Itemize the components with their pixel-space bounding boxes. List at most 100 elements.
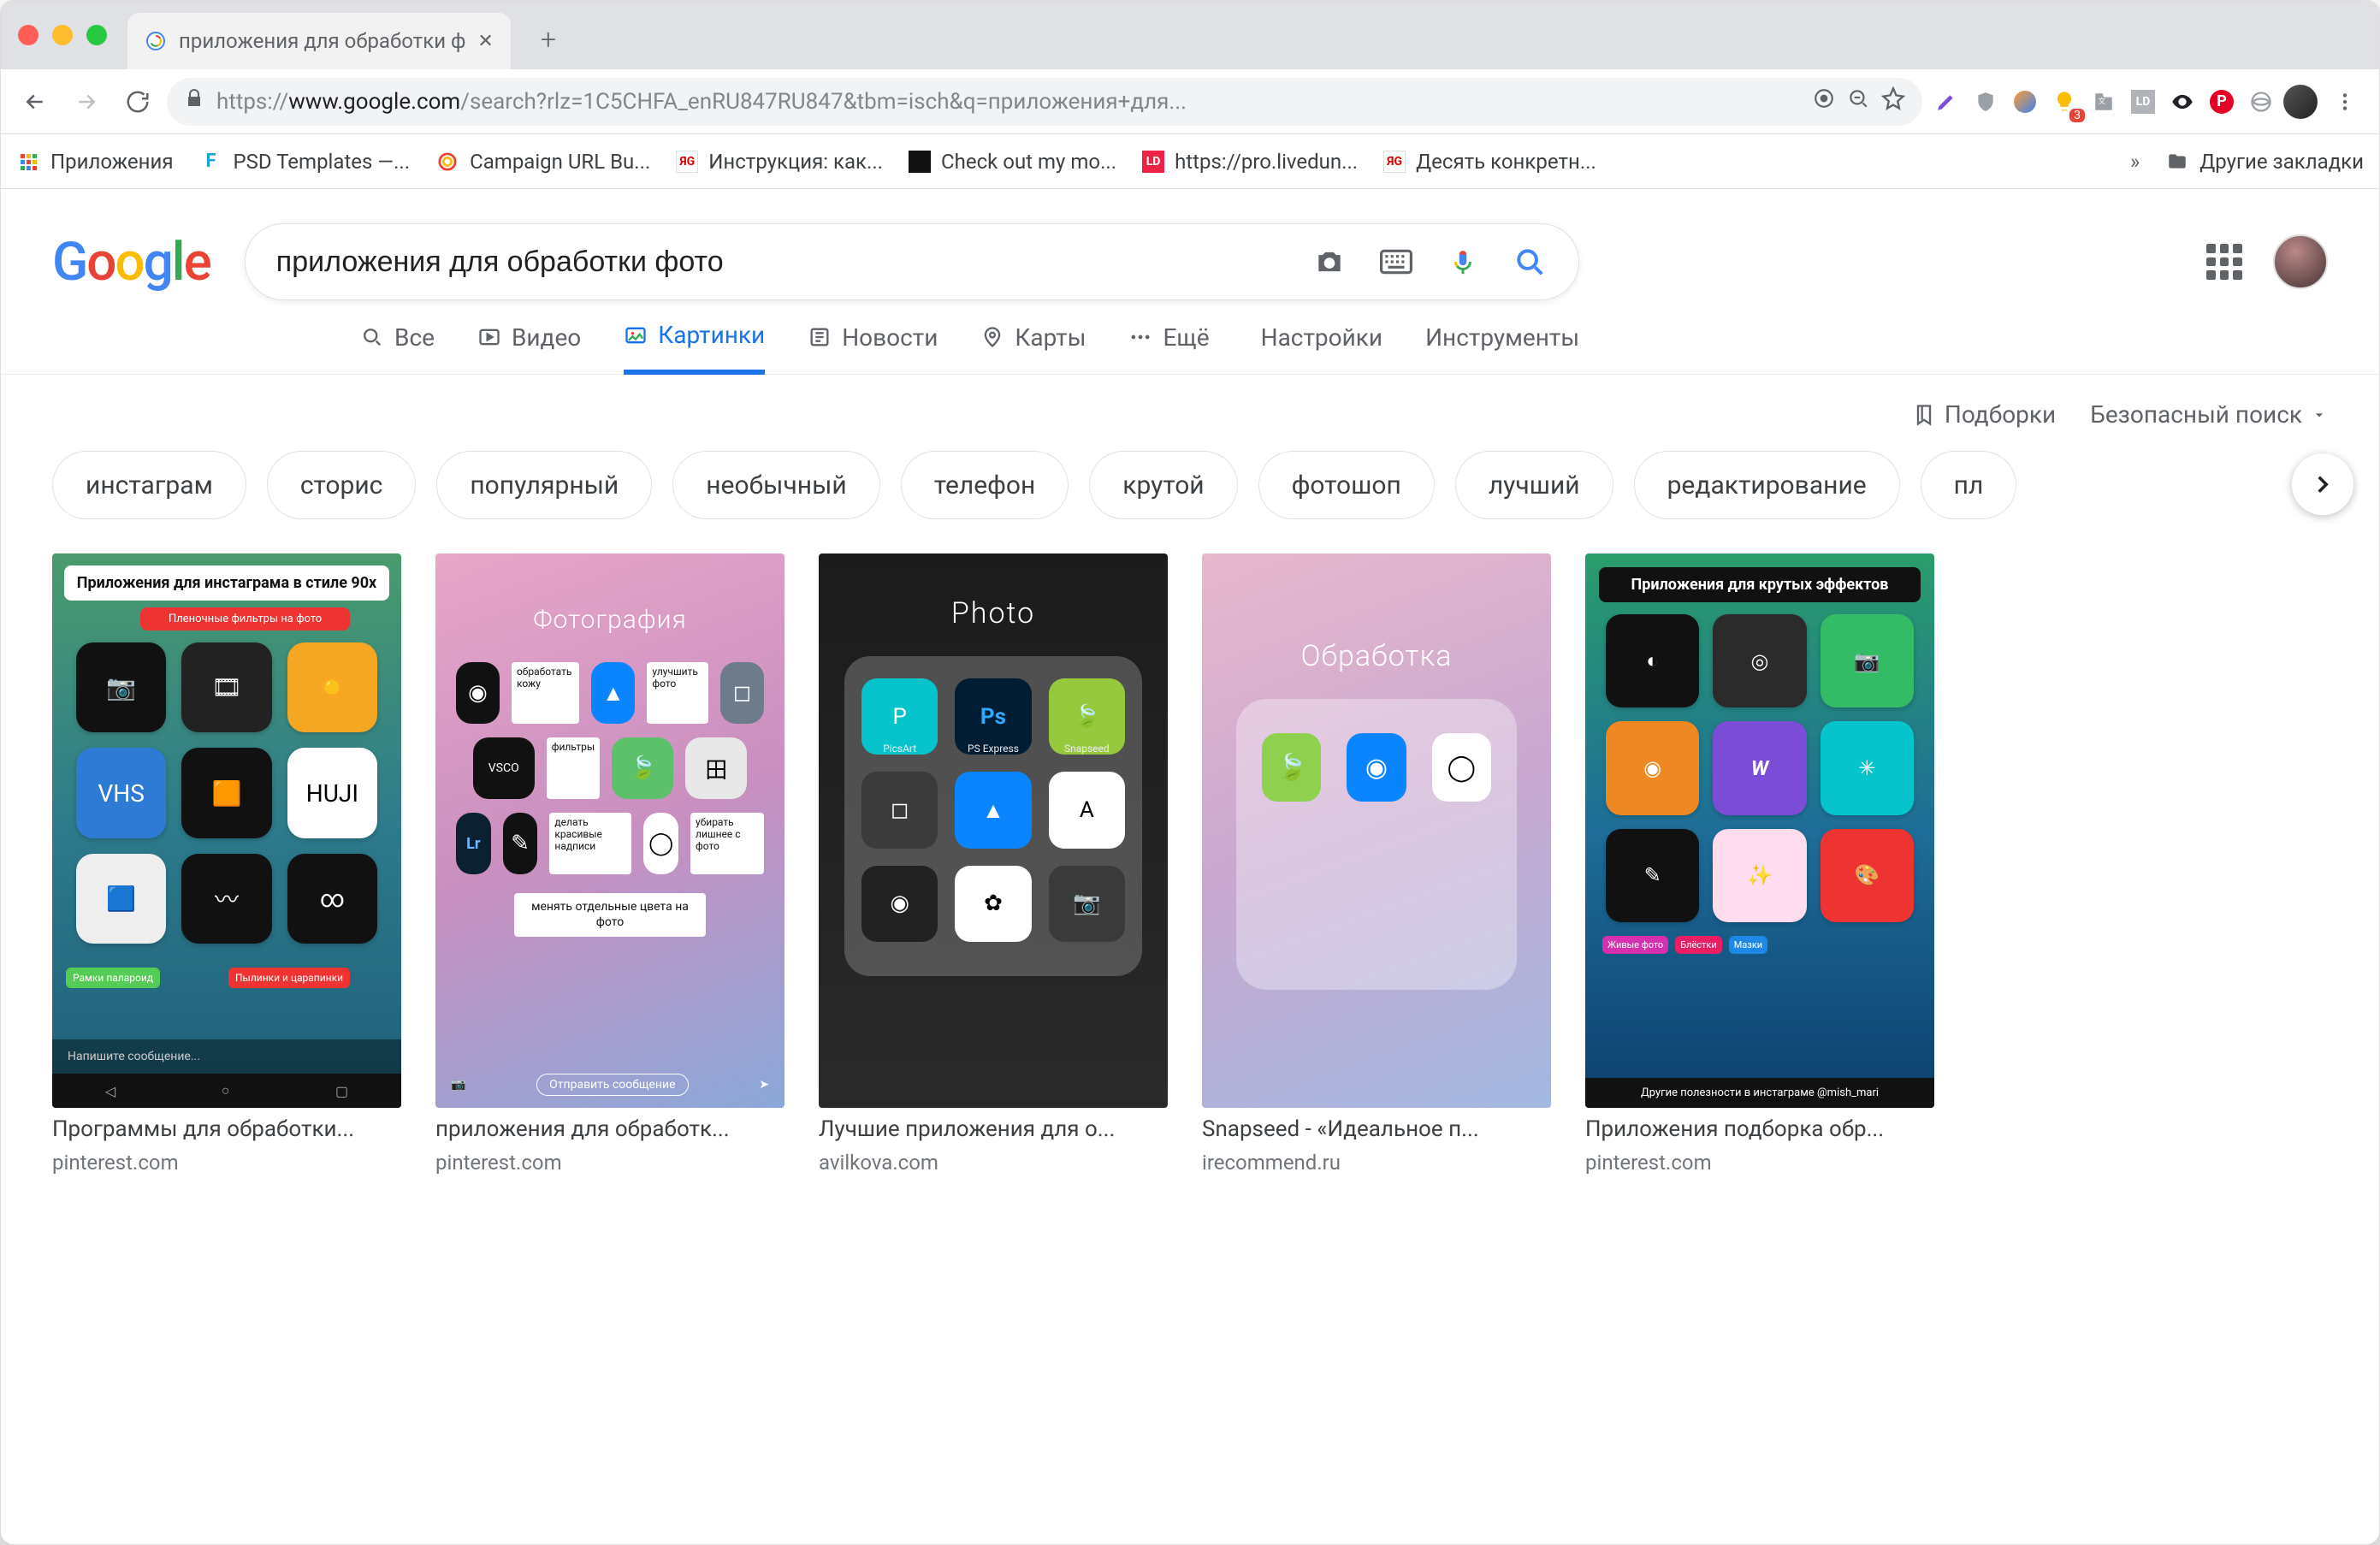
extension-similarweb-icon[interactable] bbox=[2008, 85, 2042, 119]
bookmark-instruction[interactable]: ЯG Инструкция: как... bbox=[676, 150, 883, 174]
tab-news[interactable]: Новости bbox=[808, 323, 938, 372]
back-button[interactable] bbox=[13, 80, 57, 124]
bookmark-livedune[interactable]: LD https://pro.livedun... bbox=[1142, 150, 1358, 174]
bookmark-ten[interactable]: ЯG Десять конкретн... bbox=[1383, 150, 1596, 174]
browser-menu-button[interactable] bbox=[2323, 80, 2367, 124]
result-thumbnail[interactable]: Обработка 🍃 ◉ ◯ bbox=[1202, 553, 1551, 1108]
result-card[interactable]: Обработка 🍃 ◉ ◯ Snapseed - «Идеальное п.… bbox=[1202, 553, 1551, 1175]
tab-label: Картинки bbox=[658, 321, 765, 349]
chip[interactable]: лучший bbox=[1455, 451, 1613, 519]
tab-all[interactable]: Все bbox=[360, 323, 435, 372]
ga-icon bbox=[435, 150, 459, 174]
new-tab-button[interactable]: + bbox=[531, 22, 565, 56]
extension-ld-icon[interactable]: LD bbox=[2126, 85, 2160, 119]
result-source: avilkova.com bbox=[819, 1151, 1168, 1175]
result-card[interactable]: Приложения для крутых эффектов ◐ ◎ 📷 ◉ W… bbox=[1585, 553, 1934, 1175]
extension-shield-icon[interactable] bbox=[1969, 85, 2003, 119]
zoom-icon[interactable] bbox=[1847, 87, 1869, 115]
close-window-button[interactable] bbox=[18, 25, 38, 45]
keyboard-icon[interactable] bbox=[1378, 244, 1414, 280]
dark-icon bbox=[909, 151, 931, 173]
extension-misc-icon[interactable] bbox=[2244, 85, 2278, 119]
account-avatar[interactable] bbox=[2273, 234, 2328, 289]
chip[interactable]: редактирование bbox=[1634, 451, 1900, 519]
tab-videos[interactable]: Видео bbox=[477, 323, 581, 372]
bookmark-checkout[interactable]: Check out my mo... bbox=[909, 150, 1116, 174]
images-subrow: Подборки Безопасный поиск bbox=[1, 375, 2379, 429]
search-tabs: Все Видео Картинки Новости Карты Ещё Нас… bbox=[1, 300, 2379, 375]
result-thumbnail[interactable]: Приложения для крутых эффектов ◐ ◎ 📷 ◉ W… bbox=[1585, 553, 1934, 1108]
tab-tools[interactable]: Инструменты bbox=[1425, 323, 1579, 372]
bookmark-campaign[interactable]: Campaign URL Bu... bbox=[435, 150, 650, 174]
minimize-window-button[interactable] bbox=[52, 25, 73, 45]
bookmark-label: PSD Templates —... bbox=[234, 150, 411, 174]
maximize-window-button[interactable] bbox=[86, 25, 107, 45]
chip[interactable]: сторис bbox=[267, 451, 417, 519]
result-thumbnail[interactable]: Photo PPicsArt PsPS Express 🍃Snapseed ◻ … bbox=[819, 553, 1168, 1108]
chip[interactable]: телефон bbox=[901, 451, 1069, 519]
result-card[interactable]: Приложения для инстаграма в стиле 90х Пл… bbox=[52, 553, 401, 1175]
chip[interactable]: крутой bbox=[1089, 451, 1237, 519]
tab-label: Все bbox=[394, 323, 435, 352]
search-by-image-icon[interactable] bbox=[1311, 244, 1347, 280]
chip[interactable]: инстаграм bbox=[52, 451, 246, 519]
thumb-tag: Мазки bbox=[1729, 936, 1767, 954]
url-host: www.google.com bbox=[288, 89, 460, 115]
tab-settings[interactable]: Настройки bbox=[1261, 323, 1382, 372]
thumb-banner: Приложения для инстаграма в стиле 90х bbox=[64, 565, 389, 601]
window-controls bbox=[18, 25, 107, 45]
tab-label: Ещё bbox=[1163, 323, 1209, 352]
safesearch-dropdown[interactable]: Безопасный поиск bbox=[2090, 400, 2328, 429]
google-logo[interactable]: Google bbox=[52, 231, 210, 293]
bookmark-apps[interactable]: Приложения bbox=[16, 150, 174, 174]
url-path: /search?rlz=1C5CHFA_enRU847RU847&tbm=isc… bbox=[460, 89, 1187, 115]
extension-pen-icon[interactable] bbox=[1929, 85, 1963, 119]
search-box[interactable] bbox=[245, 223, 1579, 300]
collections-button[interactable]: Подборки bbox=[1912, 400, 2056, 429]
extension-pinterest-icon[interactable]: P bbox=[2205, 85, 2239, 119]
chip[interactable]: популярный bbox=[436, 451, 652, 519]
forward-button[interactable] bbox=[64, 80, 109, 124]
chip[interactable]: необычный bbox=[672, 451, 879, 519]
result-thumbnail[interactable]: Приложения для инстаграма в стиле 90х Пл… bbox=[52, 553, 401, 1108]
thumb-tag: Пленочные фильтры на фото bbox=[140, 607, 350, 630]
bookmarks-overflow[interactable]: » bbox=[2130, 150, 2140, 174]
collections-label: Подборки bbox=[1945, 400, 2056, 429]
close-tab-icon[interactable]: ✕ bbox=[477, 31, 493, 52]
search-icon[interactable] bbox=[1512, 244, 1548, 280]
star-icon[interactable] bbox=[1881, 86, 1905, 116]
result-source: pinterest.com bbox=[435, 1151, 784, 1175]
extension-translate-icon[interactable]: 文 bbox=[2087, 85, 2121, 119]
tab-label: Карты bbox=[1015, 323, 1086, 352]
thumb-note: менять отдельные цвета на фото bbox=[514, 893, 706, 937]
tab-maps[interactable]: Карты bbox=[980, 323, 1086, 372]
livedune-icon: LD bbox=[1142, 151, 1164, 173]
url-text: https://www.google.com/search?rlz=1C5CHF… bbox=[216, 89, 1801, 115]
voice-search-icon[interactable] bbox=[1445, 244, 1481, 280]
freepik-icon: F bbox=[199, 150, 223, 174]
thumb-banner: Приложения для крутых эффектов bbox=[1599, 567, 1921, 602]
chip[interactable]: пл bbox=[1921, 451, 2017, 519]
result-card[interactable]: Photo PPicsArt PsPS Express 🍃Snapseed ◻ … bbox=[819, 553, 1168, 1175]
chips-scroll-right-button[interactable] bbox=[2292, 453, 2353, 515]
tab-images[interactable]: Картинки bbox=[624, 321, 765, 375]
bookmark-psd[interactable]: F PSD Templates —... bbox=[199, 150, 411, 174]
tab-more[interactable]: Ещё bbox=[1128, 323, 1209, 372]
google-apps-button[interactable] bbox=[2206, 244, 2242, 280]
extension-eye-icon[interactable] bbox=[2165, 85, 2199, 119]
address-bar[interactable]: https://www.google.com/search?rlz=1C5CHF… bbox=[167, 78, 1922, 126]
chip[interactable]: фотошоп bbox=[1258, 451, 1435, 519]
search-input[interactable] bbox=[276, 246, 1281, 279]
folder-icon bbox=[2165, 150, 2189, 174]
result-source: irecommend.ru bbox=[1202, 1151, 1551, 1175]
extension-lamp-icon[interactable]: 3 bbox=[2047, 85, 2081, 119]
result-thumbnail[interactable]: Фотография ◉ обработать кожу ▲ улучшить … bbox=[435, 553, 784, 1108]
other-bookmarks[interactable]: Другие закладки bbox=[2165, 150, 2364, 174]
profile-avatar-small[interactable] bbox=[2283, 85, 2318, 119]
reload-button[interactable] bbox=[115, 80, 160, 124]
result-card[interactable]: Фотография ◉ обработать кожу ▲ улучшить … bbox=[435, 553, 784, 1175]
svg-text:文: 文 bbox=[2099, 96, 2106, 106]
reader-icon[interactable] bbox=[1813, 87, 1835, 115]
browser-tab[interactable]: приложения для обработки ф ✕ bbox=[127, 13, 511, 69]
chevron-down-icon bbox=[2311, 406, 2328, 423]
